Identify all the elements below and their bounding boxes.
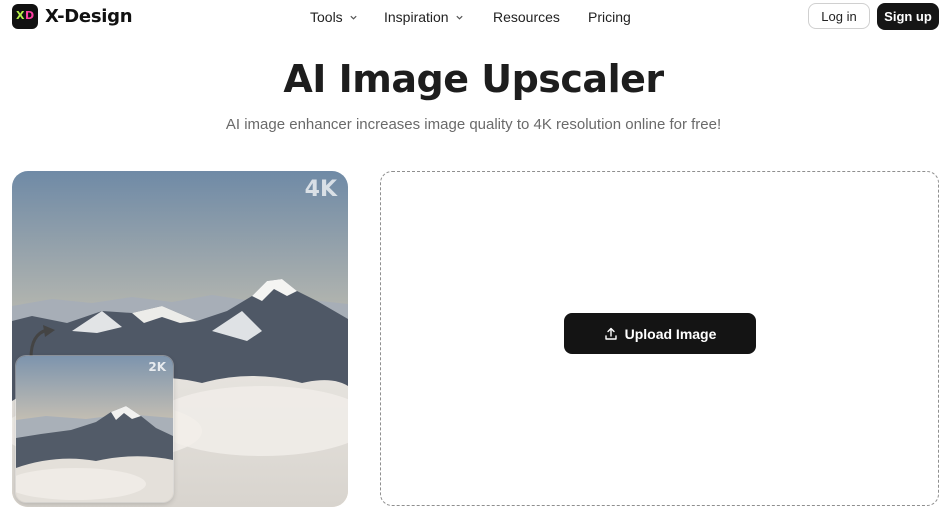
- logo-letter-d: D: [25, 9, 35, 22]
- nav-item-label: Resources: [493, 9, 560, 25]
- nav-item-inspiration[interactable]: Inspiration: [384, 9, 464, 25]
- page-subtitle: AI image enhancer increases image qualit…: [225, 116, 722, 133]
- top-nav-bar: X D X-Design Tools Inspiration Resources…: [0, 0, 947, 32]
- brand-logo[interactable]: X D X-Design: [12, 4, 133, 29]
- nav-item-resources[interactable]: Resources: [493, 9, 560, 25]
- logo-letter-x: X: [16, 9, 25, 22]
- chevron-down-icon: [455, 15, 463, 20]
- page-title: AI Image Upscaler: [283, 57, 664, 101]
- logo-mark-icon: X D: [12, 4, 38, 29]
- signup-button[interactable]: Sign up: [877, 3, 939, 30]
- login-button[interactable]: Log in: [808, 3, 870, 29]
- nav-item-tools[interactable]: Tools: [310, 9, 358, 25]
- nav-item-label: Pricing: [588, 9, 631, 25]
- resolution-badge-2k: 2K: [148, 360, 166, 374]
- nav-item-label: Inspiration: [384, 9, 449, 25]
- low-res-inset: 2K: [16, 356, 173, 502]
- nav-item-label: Tools: [310, 9, 343, 25]
- brand-name: X-Design: [45, 6, 133, 27]
- upload-button-label: Upload Image: [624, 325, 717, 342]
- upload-image-button[interactable]: Upload Image: [564, 313, 756, 354]
- upscale-preview-image: 4K 2K: [12, 171, 348, 507]
- mountain-thumbnail-image: [16, 356, 173, 502]
- upload-icon: [604, 327, 617, 340]
- nav-item-pricing[interactable]: Pricing: [588, 9, 631, 25]
- resolution-badge-4k: 4K: [304, 177, 337, 202]
- chevron-down-icon: [350, 15, 357, 20]
